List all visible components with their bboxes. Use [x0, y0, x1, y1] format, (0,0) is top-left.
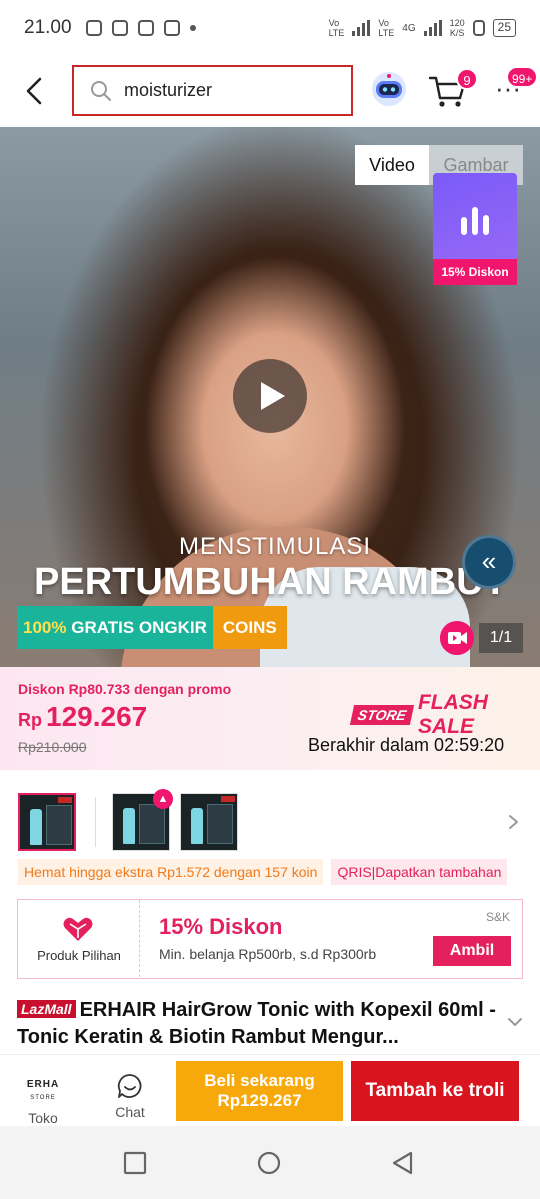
chatbot-icon[interactable]: [370, 70, 408, 108]
search-input[interactable]: moisturizer: [72, 65, 353, 116]
back-nav-icon[interactable]: [390, 1150, 416, 1176]
system-icons: Vo LTE Vo LTE 4G 120 K/S 25: [329, 18, 516, 38]
free-shipping-pill: 100% GRATIS ONGKIR: [17, 606, 213, 649]
double-chevron-left-icon: «: [481, 546, 497, 576]
collapse-float-button[interactable]: «: [462, 535, 516, 589]
coins-savings-chip[interactable]: Hemat hingga ekstra Rp1.572 dengan 157 k…: [18, 859, 324, 885]
signal-icon: [423, 20, 442, 36]
search-query: moisturizer: [124, 80, 213, 100]
buy-now-button[interactable]: Beli sekarang Rp129.267: [176, 1061, 343, 1121]
flash-sale-label: FLASH SALE: [417, 691, 488, 738]
back-arrow-icon[interactable]: [18, 74, 52, 108]
store-logo-line-2: STORE: [30, 1095, 56, 1101]
store-label: Toko: [28, 1110, 58, 1126]
voucher-conditions: Min. belanja Rp500rb, s.d Rp300rb: [159, 946, 377, 962]
promo-pills: 100% GRATIS ONGKIR COINS: [17, 606, 287, 649]
volte-label-1: Vo LTE: [328, 18, 345, 38]
discord-icon: [111, 20, 128, 36]
voucher-category: Produk Pilihan: [37, 948, 121, 963]
buy-now-label: Beli sekarang: [204, 1071, 315, 1090]
status-time: 21.00: [24, 17, 72, 38]
product-media-gallery[interactable]: Video Gambar 15% Diskon MENSTIMULASI PER…: [0, 127, 540, 667]
more-notifications-icon: [189, 25, 196, 31]
play-icon: [261, 382, 285, 410]
store-voucher-card: Produk Pilihan 15% Diskon Min. belanja R…: [17, 899, 523, 979]
original-price: Rp210.000: [18, 739, 87, 755]
search-icon: [91, 80, 111, 101]
chevron-right-icon[interactable]: [505, 810, 523, 834]
messages-count-badge: 99+: [506, 66, 539, 88]
voucher-left-section: Produk Pilihan: [18, 900, 140, 977]
lazmall-badge: LazMall: [17, 1000, 76, 1018]
voucher-terms-link[interactable]: S&K: [486, 910, 510, 924]
media-counter: 1/1: [479, 623, 523, 653]
bottle-image: [191, 808, 203, 844]
flash-sale-price-band: Diskon Rp80.733 dengan promo Rp 129.267 …: [0, 667, 540, 770]
coins-pill: COINS: [212, 606, 287, 649]
bottom-action-bar: ERHA STORE Toko Chat Beli sekarang Rp129.…: [0, 1054, 540, 1126]
cart-count-badge: 9: [456, 68, 478, 90]
signal-icon: [352, 20, 371, 36]
notification-icons: [85, 20, 196, 36]
free-shipping-percent: 100%: [23, 618, 67, 637]
chat-button[interactable]: Chat: [100, 1065, 160, 1121]
buy-now-price: Rp129.267: [217, 1091, 302, 1110]
volte-label-2: Vo LTE: [378, 18, 395, 38]
current-price: Rp 129.267: [18, 701, 147, 733]
top-nav: moisturizer 9 ··· 99+: [0, 56, 540, 126]
promo-discount-text[interactable]: Diskon Rp80.733 dengan promo: [18, 681, 231, 697]
heart-box-icon: [63, 917, 93, 941]
currency: Rp: [18, 710, 42, 730]
promo-chips: Hemat hingga ekstra Rp1.572 dengan 157 k…: [18, 859, 540, 885]
status-bar: 21.00 Vo LTE Vo LTE 4G 120 K/S 25: [0, 0, 540, 56]
store-logo-line-1: ERHA: [26, 1079, 60, 1090]
video-caption-line-2: PERTUMBUHAN RAMBUT: [34, 561, 507, 603]
discord-icon: [163, 20, 180, 36]
variant-thumbnails: ▲: [0, 789, 540, 853]
bottle-image: [123, 808, 135, 844]
instagram-icon: [85, 20, 102, 36]
discord-icon: [137, 20, 154, 36]
add-to-cart-button[interactable]: Tambah ke troli: [351, 1061, 519, 1121]
product-title: LazMall ERHAIR HairGrow Tonic with Kopexi…: [17, 997, 497, 1051]
android-nav-bar: [0, 1126, 540, 1199]
variant-thumbnail[interactable]: [18, 793, 76, 851]
battery-indicator: 25: [492, 19, 516, 37]
chevron-down-icon[interactable]: [506, 1015, 524, 1029]
flash-store-tag: STORE: [349, 705, 415, 725]
flash-countdown: Berakhir dalam 02:59:20: [308, 735, 505, 755]
box-image: [207, 804, 233, 844]
store-button[interactable]: ERHA STORE Toko: [12, 1065, 74, 1126]
product-title-text: ERHAIR HairGrow Tonic with Kopexil 60ml …: [17, 999, 496, 1048]
variant-thumbnail[interactable]: [180, 793, 238, 851]
net-speed: 120 K/S: [449, 18, 465, 38]
brand-tag: [58, 797, 72, 803]
video-camera-icon[interactable]: [440, 621, 474, 655]
play-video-button[interactable]: [233, 359, 307, 433]
free-shipping-label: GRATIS ONGKIR: [71, 618, 207, 637]
video-caption-line-1: MENSTIMULASI: [178, 533, 372, 560]
flash-sale-badge: STORE FLASH SALE: [349, 691, 540, 739]
claim-voucher-button[interactable]: Ambil: [433, 936, 511, 966]
bar-chart-icon: [461, 207, 489, 235]
divider: [95, 797, 96, 847]
flame-icon: ▲: [153, 789, 173, 809]
qris-chip[interactable]: QRIS|Dapatkan tambahan: [331, 859, 508, 885]
tab-video[interactable]: Video: [355, 145, 429, 185]
voucher-title: 15% Diskon: [159, 914, 283, 939]
brand-tag: [221, 796, 235, 802]
discount-promo-widget[interactable]: 15% Diskon: [433, 173, 517, 285]
network-type: 4G: [402, 22, 416, 34]
box-image: [46, 805, 72, 845]
chat-label: Chat: [115, 1104, 145, 1120]
recents-icon[interactable]: [122, 1150, 148, 1176]
box-image: [139, 804, 165, 844]
flask-icon: [472, 20, 485, 36]
store-logo: ERHA STORE: [12, 1079, 74, 1104]
price-value: 129.267: [46, 701, 148, 732]
home-icon[interactable]: [256, 1150, 282, 1176]
bottle-image: [30, 809, 42, 845]
chat-icon: [117, 1074, 142, 1098]
promo-widget-label: 15% Diskon: [433, 259, 517, 285]
